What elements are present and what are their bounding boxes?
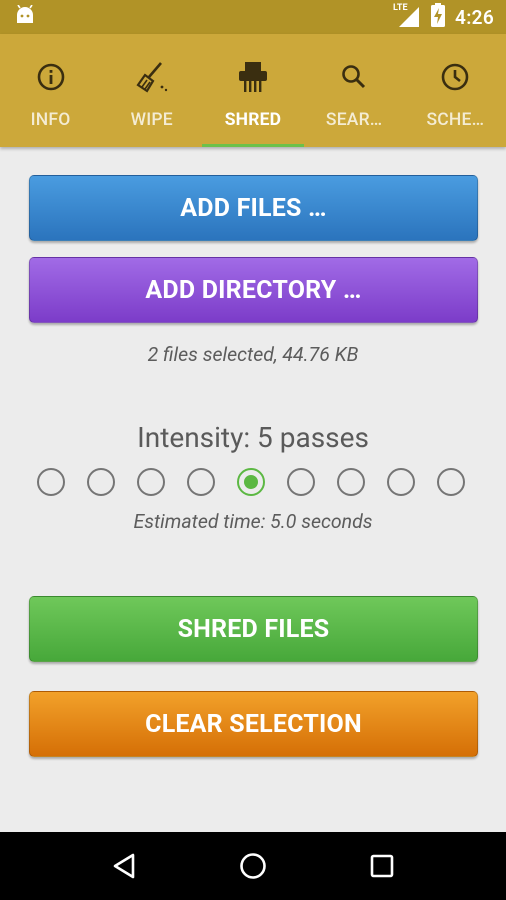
home-icon[interactable]: [235, 848, 271, 884]
shredder-icon: [236, 60, 270, 94]
tab-wipe[interactable]: WIPE: [101, 34, 202, 147]
intensity-option-6[interactable]: [287, 468, 315, 496]
clock-time: 4:26: [455, 5, 494, 29]
back-icon[interactable]: [106, 848, 142, 884]
intensity-option-5[interactable]: [237, 468, 265, 496]
status-bar: LTE 4:26: [0, 0, 506, 34]
intensity-option-9[interactable]: [437, 468, 465, 496]
android-debug-icon: [14, 4, 36, 29]
broom-icon: [135, 60, 169, 94]
intensity-option-2[interactable]: [87, 468, 115, 496]
recents-icon[interactable]: [364, 848, 400, 884]
navigation-bar: [0, 832, 506, 900]
tab-info[interactable]: INFO: [0, 34, 101, 147]
info-icon: [34, 60, 68, 94]
active-tab-indicator: [202, 144, 304, 147]
search-icon: [337, 60, 371, 94]
intensity-option-7[interactable]: [337, 468, 365, 496]
intensity-option-1[interactable]: [37, 468, 65, 496]
estimated-time: Estimated time: 5.0 seconds: [133, 510, 373, 533]
add-directory-button[interactable]: ADD DIRECTORY …: [29, 257, 478, 323]
intensity-label: Intensity: 5 passes: [137, 421, 369, 454]
tab-shred[interactable]: SHRED: [202, 34, 304, 147]
tab-search-label: SEAR…: [325, 110, 383, 130]
intensity-option-3[interactable]: [137, 468, 165, 496]
intensity-radio-group: [0, 468, 506, 498]
tab-wipe-label: WIPE: [130, 110, 173, 130]
shred-files-button[interactable]: SHRED FILES: [29, 596, 478, 662]
tab-schedule-label: SCHE…: [426, 110, 485, 130]
tab-shred-label: SHRED: [224, 110, 282, 130]
battery-charging-icon: [431, 3, 446, 31]
tab-info-label: INFO: [30, 110, 71, 130]
clear-selection-button[interactable]: CLEAR SELECTION: [29, 691, 478, 757]
lte-signal-icon: LTE: [393, 3, 421, 29]
tab-schedule[interactable]: SCHE…: [405, 34, 506, 147]
tab-search[interactable]: SEAR…: [304, 34, 405, 147]
add-files-button[interactable]: ADD FILES …: [29, 175, 478, 241]
intensity-option-8[interactable]: [387, 468, 415, 496]
clock-icon: [438, 60, 472, 94]
status-icons: LTE 4:26: [393, 3, 494, 31]
lte-label: LTE: [393, 3, 408, 13]
intensity-option-4[interactable]: [187, 468, 215, 496]
tab-bar: INFO WIPE SHRED SEAR… SCHE…: [0, 34, 506, 147]
selection-summary: 2 files selected, 44.76 KB: [147, 343, 359, 366]
